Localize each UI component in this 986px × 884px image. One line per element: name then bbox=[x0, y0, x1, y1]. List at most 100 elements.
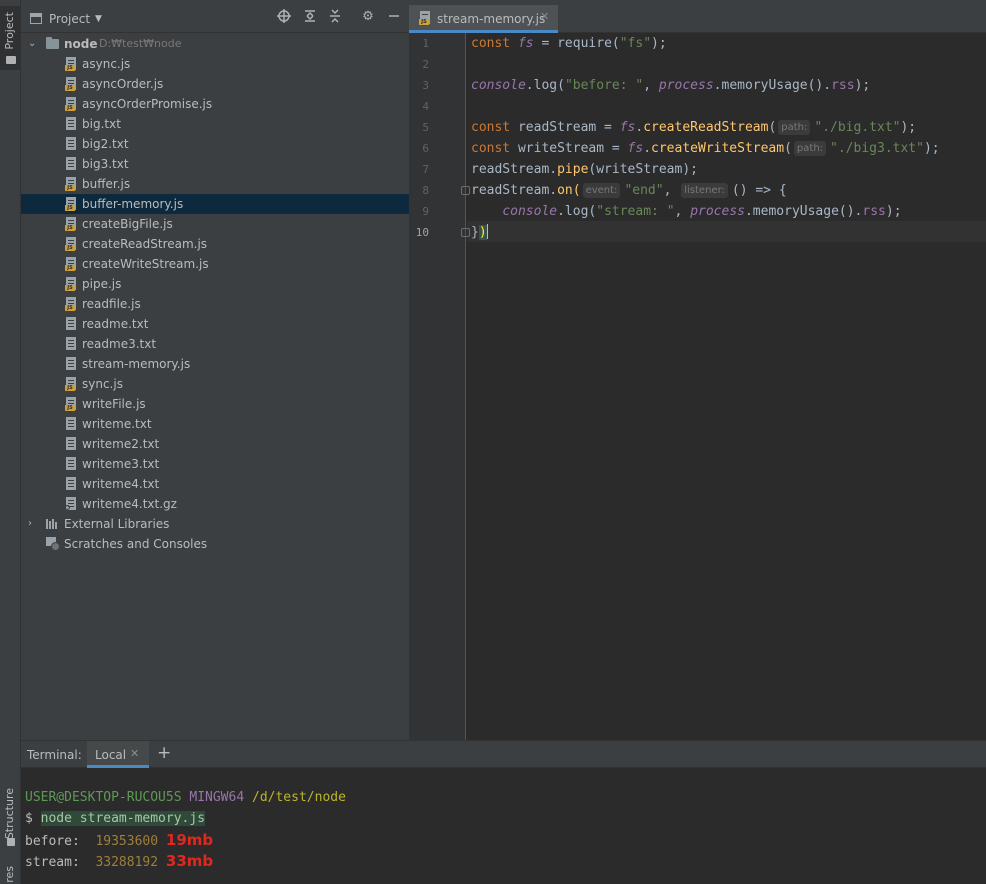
line-number: 5 bbox=[422, 121, 429, 134]
tree-file-row[interactable]: big.txt bbox=[21, 114, 409, 134]
tree-file-row[interactable]: JS createBigFile.js bbox=[21, 214, 409, 234]
file-name: buffer-memory.js bbox=[82, 197, 184, 211]
terminal-tab-label: Local bbox=[95, 748, 127, 762]
tree-file-row[interactable]: JS asyncOrder.js bbox=[21, 74, 409, 94]
tree-file-row[interactable]: JS readfile.js bbox=[21, 294, 409, 314]
project-view-selector[interactable]: Project bbox=[49, 12, 90, 26]
js-file-icon: JS bbox=[65, 77, 77, 91]
favorites-tool-tab-label: res bbox=[3, 866, 16, 883]
chevron-down-icon[interactable]: ⌄ bbox=[28, 34, 36, 54]
terminal-output[interactable]: USER@DESKTOP-RUCOU5S MINGW64 /d/test/nod… bbox=[21, 768, 986, 884]
tree-file-row[interactable]: stream-memory.js bbox=[21, 354, 409, 374]
folder-icon bbox=[6, 56, 16, 64]
project-tool-tab-label: Project bbox=[3, 12, 16, 50]
line-number: 4 bbox=[422, 100, 429, 113]
file-name: async.js bbox=[82, 57, 131, 71]
tool-window-strip: Project Structure res bbox=[0, 0, 21, 884]
js-file-icon: JS bbox=[65, 397, 77, 411]
code-editor[interactable]: 1 2 3 4 5 6 7 8 9 10 const fs = require(… bbox=[409, 33, 986, 715]
tree-file-row[interactable]: writeme.txt bbox=[21, 414, 409, 434]
js-file-icon: JS bbox=[65, 237, 77, 251]
text-file-icon bbox=[65, 437, 77, 451]
file-name: writeme2.txt bbox=[82, 437, 160, 451]
tree-file-row[interactable]: JS createReadStream.js bbox=[21, 234, 409, 254]
tree-file-row[interactable]: JS createWriteStream.js bbox=[21, 254, 409, 274]
line-number: 6 bbox=[422, 142, 429, 155]
chevron-down-icon[interactable]: ▼ bbox=[95, 14, 102, 24]
root-folder-path: D:₩test₩node bbox=[99, 37, 182, 50]
fold-marker-icon[interactable] bbox=[461, 186, 470, 195]
close-icon[interactable]: ✕ bbox=[540, 10, 549, 23]
gear-icon[interactable]: ⚙ bbox=[360, 9, 376, 25]
new-terminal-button[interactable]: + bbox=[157, 743, 171, 763]
matched-paren: ) bbox=[478, 225, 487, 240]
param-hint: event: bbox=[582, 183, 621, 198]
project-tool-tab[interactable]: Project bbox=[0, 6, 21, 70]
tree-file-row[interactable]: JS writeFile.js bbox=[21, 394, 409, 414]
line-number: 9 bbox=[422, 205, 429, 218]
project-panel-header: Project ▼ ⚙ bbox=[21, 0, 409, 33]
file-name: big3.txt bbox=[82, 157, 129, 171]
current-line-highlight bbox=[467, 221, 986, 242]
param-hint: listener: bbox=[681, 183, 728, 198]
code-line-9: console.log("stream: ", process.memoryUs… bbox=[502, 204, 902, 219]
annotation-before: 19mb bbox=[165, 831, 214, 849]
param-hint: path: bbox=[778, 120, 811, 135]
tree-file-row[interactable]: JS sync.js bbox=[21, 374, 409, 394]
annotation-stream: 33mb bbox=[165, 852, 214, 870]
text-file-icon bbox=[65, 117, 77, 131]
hide-panel-icon[interactable] bbox=[386, 9, 402, 25]
tree-file-row[interactable]: JS buffer.js bbox=[21, 174, 409, 194]
line-number: 2 bbox=[422, 58, 429, 71]
tree-scratches[interactable]: Scratches and Consoles bbox=[21, 534, 409, 554]
chevron-right-icon[interactable]: › bbox=[28, 514, 32, 534]
library-icon bbox=[46, 519, 60, 529]
text-file-icon bbox=[65, 157, 77, 171]
file-name: sync.js bbox=[82, 377, 123, 391]
terminal-tab-local[interactable]: Local ✕ bbox=[87, 741, 149, 768]
line-number: 1 bbox=[422, 37, 429, 50]
project-view-icon bbox=[30, 13, 42, 24]
tree-file-row[interactable]: readme3.txt bbox=[21, 334, 409, 354]
tree-file-row[interactable]: big3.txt bbox=[21, 154, 409, 174]
locate-file-icon[interactable] bbox=[276, 9, 292, 25]
tree-file-row[interactable]: writeme4.txt.gz bbox=[21, 494, 409, 514]
file-name: readfile.js bbox=[82, 297, 141, 311]
param-hint: path: bbox=[793, 141, 827, 156]
tree-file-row[interactable]: readme.txt bbox=[21, 314, 409, 334]
file-name: readme.txt bbox=[82, 317, 149, 331]
code-line-5: const readStream = fs.createReadStream(p… bbox=[471, 120, 917, 135]
text-file-icon bbox=[65, 317, 77, 331]
tree-file-row[interactable]: JS buffer-memory.js bbox=[21, 194, 409, 214]
tree-file-row[interactable]: writeme3.txt bbox=[21, 454, 409, 474]
tree-file-row[interactable]: writeme2.txt bbox=[21, 434, 409, 454]
editor-tab-stream-memory[interactable]: JS stream-memory.js ✕ bbox=[409, 5, 558, 33]
tree-file-row[interactable]: JS pipe.js bbox=[21, 274, 409, 294]
text-file-icon bbox=[65, 357, 77, 371]
close-icon[interactable]: ✕ bbox=[130, 747, 139, 760]
file-name: writeme.txt bbox=[82, 417, 152, 431]
fold-marker-icon[interactable] bbox=[461, 228, 470, 237]
tree-external-libraries[interactable]: › External Libraries bbox=[21, 514, 409, 534]
js-file-icon: JS bbox=[419, 11, 431, 25]
external-libraries-label: External Libraries bbox=[64, 517, 170, 531]
terminal-header: Terminal: Local ✕ + bbox=[21, 740, 986, 768]
collapse-all-icon[interactable] bbox=[327, 9, 343, 25]
expand-all-icon[interactable] bbox=[302, 9, 318, 25]
file-name: writeFile.js bbox=[82, 397, 146, 411]
js-file-icon: JS bbox=[65, 297, 77, 311]
editor-bottom-area bbox=[409, 715, 986, 740]
tree-root-folder[interactable]: ⌄ node D:₩test₩node bbox=[21, 34, 409, 54]
structure-tool-tab[interactable]: Structure bbox=[0, 784, 21, 846]
tree-file-row[interactable]: writeme4.txt bbox=[21, 474, 409, 494]
line-number: 3 bbox=[422, 79, 429, 92]
text-caret bbox=[486, 224, 488, 239]
tree-file-row[interactable]: JS asyncOrderPromise.js bbox=[21, 94, 409, 114]
tree-file-row[interactable]: JS async.js bbox=[21, 54, 409, 74]
line-number-current: 10 bbox=[415, 226, 429, 239]
text-file-icon bbox=[65, 337, 77, 351]
favorites-tool-tab[interactable]: res bbox=[0, 866, 21, 884]
file-name: asyncOrderPromise.js bbox=[82, 97, 213, 111]
tree-file-row[interactable]: big2.txt bbox=[21, 134, 409, 154]
file-name: writeme3.txt bbox=[82, 457, 160, 471]
